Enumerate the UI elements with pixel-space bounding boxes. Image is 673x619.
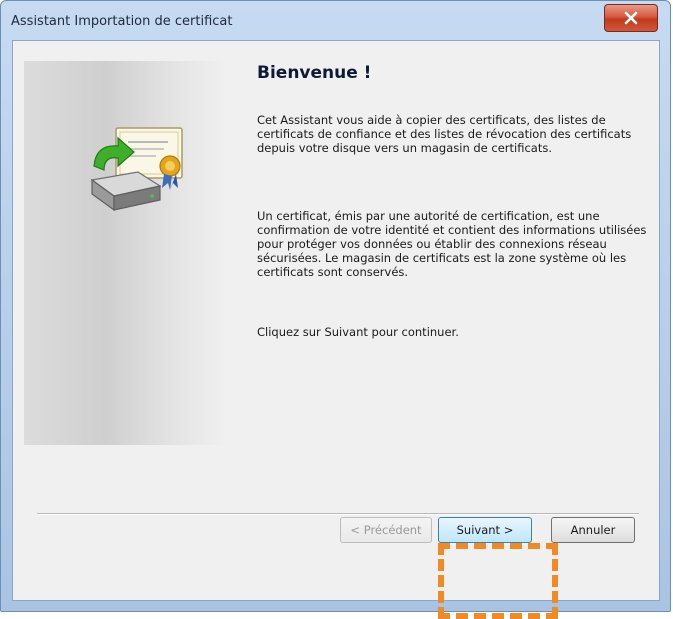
page-title: Bienvenue !: [257, 63, 372, 83]
certificate-definition-paragraph: Un certificat, émis par une autorité de …: [257, 209, 647, 279]
continue-instruction: Cliquez sur Suivant pour continuer.: [257, 325, 459, 339]
next-button-highlight: [438, 543, 558, 619]
close-icon: [624, 11, 638, 25]
footer-divider: [37, 513, 639, 515]
window-title: Assistant Importation de certificat: [11, 14, 233, 29]
next-button[interactable]: Suivant >: [438, 517, 532, 543]
close-button[interactable]: [604, 4, 658, 32]
wizard-content: Bienvenue ! Cet Assistant vous aide à co…: [257, 63, 647, 339]
certificate-import-icon: [90, 127, 183, 212]
cancel-button[interactable]: Annuler: [551, 517, 635, 543]
intro-paragraph: Cet Assistant vous aide à copier des cer…: [257, 113, 632, 155]
previous-button[interactable]: < Précédent: [340, 517, 432, 543]
title-bar[interactable]: Assistant Importation de certificat: [1, 1, 670, 41]
wizard-side-panel: [24, 61, 226, 445]
